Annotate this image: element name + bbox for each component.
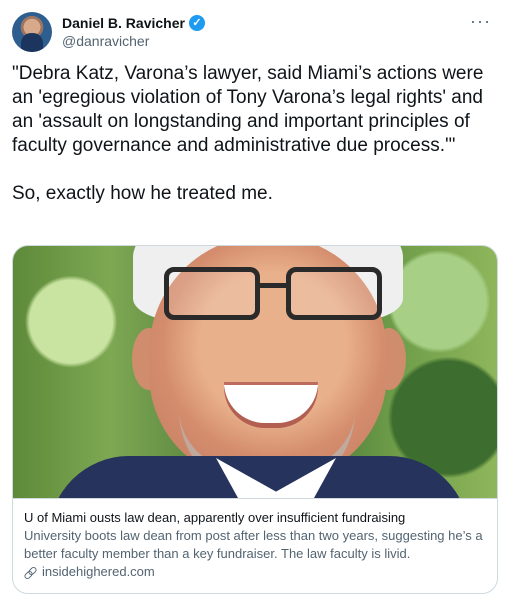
name-row: Daniel B. Ravicher ✓ bbox=[62, 14, 495, 32]
display-name[interactable]: Daniel B. Ravicher bbox=[62, 14, 185, 32]
user-info: Daniel B. Ravicher ✓ @danravicher bbox=[62, 14, 495, 50]
link-icon bbox=[24, 566, 37, 579]
portrait-glasses-bridge bbox=[259, 283, 287, 288]
avatar[interactable] bbox=[12, 12, 52, 52]
tweet-header: Daniel B. Ravicher ✓ @danravicher ··· bbox=[12, 10, 495, 54]
portrait-glasses bbox=[164, 267, 382, 329]
tweet-text: "Debra Katz, Varona’s lawyer, said Miami… bbox=[12, 63, 484, 204]
link-preview-title[interactable]: U of Miami ousts law dean, apparently ov… bbox=[24, 509, 486, 527]
tweet: Daniel B. Ravicher ✓ @danravicher ··· "D… bbox=[0, 0, 507, 600]
username-handle[interactable]: @danravicher bbox=[62, 32, 495, 50]
link-preview-body[interactable]: U of Miami ousts law dean, apparently ov… bbox=[13, 498, 497, 593]
link-preview-domain[interactable]: insidehighered.com bbox=[42, 563, 155, 581]
verified-icon: ✓ bbox=[188, 15, 205, 31]
more-options-icon[interactable]: ··· bbox=[470, 12, 491, 30]
link-preview-domain-row[interactable]: insidehighered.com bbox=[24, 563, 486, 581]
portrait-left-lens bbox=[164, 267, 260, 320]
link-preview-description: University boots law dean from post afte… bbox=[24, 528, 483, 561]
link-preview-image[interactable] bbox=[13, 246, 497, 498]
portrait-right-lens bbox=[286, 267, 382, 320]
link-preview-card[interactable]: U of Miami ousts law dean, apparently ov… bbox=[12, 245, 498, 594]
